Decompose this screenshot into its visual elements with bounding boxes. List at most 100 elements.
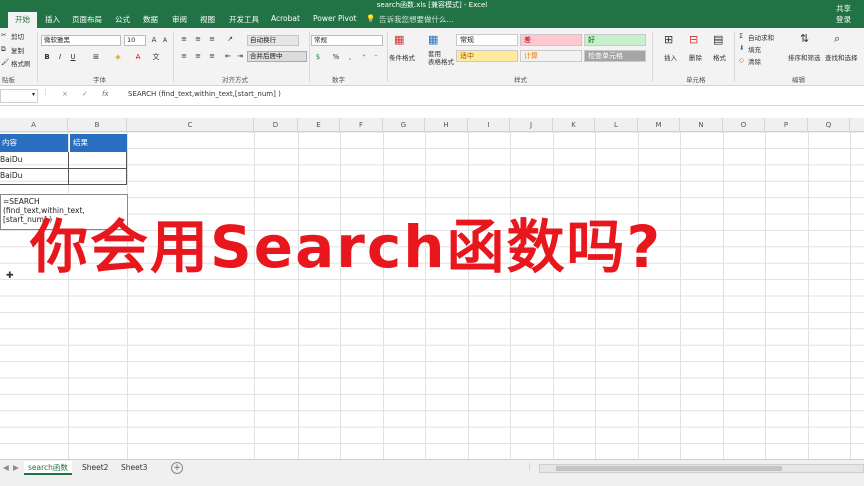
style-check-cell[interactable]: 检查单元格 xyxy=(584,50,646,62)
font-name-select[interactable]: 微软雅黑 xyxy=(41,35,121,46)
tab-acrobat[interactable]: Acrobat xyxy=(271,14,300,23)
format-painter-button[interactable]: 格式刷 xyxy=(11,58,31,68)
align-center-icon[interactable]: ≡ xyxy=(192,51,204,61)
copy-button[interactable]: 复制 xyxy=(11,45,24,55)
font-group-label: 字体 xyxy=(93,76,106,84)
format-as-table-button[interactable]: 套用 表格格式 xyxy=(428,50,454,66)
number-format-select[interactable]: 常规 xyxy=(311,35,383,46)
horizontal-scrollbar[interactable] xyxy=(539,464,864,473)
column-header-h[interactable]: H xyxy=(425,118,468,132)
scrollbar-thumb[interactable] xyxy=(556,466,782,471)
sheet-tab-sheet2[interactable]: Sheet2 xyxy=(78,461,112,475)
tab-page-layout[interactable]: 页面布局 xyxy=(72,14,102,25)
decrease-decimal-icon[interactable]: ⁻ xyxy=(370,52,382,62)
formula-input[interactable]: SEARCH (find_text,within_text,[start_num… xyxy=(128,90,281,98)
phonetic-icon[interactable]: 文 xyxy=(150,52,162,62)
name-box[interactable]: ▾ xyxy=(0,89,38,103)
column-header-m[interactable]: M xyxy=(638,118,680,132)
column-header-p[interactable]: P xyxy=(765,118,808,132)
shrink-font-button[interactable]: A xyxy=(159,36,171,46)
font-size-select[interactable]: 10 xyxy=(124,35,146,46)
clear-button[interactable]: 清除 xyxy=(748,56,761,66)
style-normal[interactable]: 常规 xyxy=(456,34,518,46)
column-header-n[interactable]: N xyxy=(680,118,723,132)
align-left-icon[interactable]: ≡ xyxy=(178,51,190,61)
column-header-k[interactable]: K xyxy=(553,118,595,132)
fill-button[interactable]: 填充 xyxy=(748,44,761,54)
column-header-o[interactable]: O xyxy=(723,118,765,132)
cell-a2[interactable]: BaiDu xyxy=(0,153,68,167)
insert-cells-button[interactable]: 插入 xyxy=(664,52,677,62)
font-color-icon[interactable]: A xyxy=(132,52,144,62)
column-header-i[interactable]: I xyxy=(468,118,510,132)
increase-decimal-icon[interactable]: ⁺ xyxy=(358,52,370,62)
column-header-a[interactable]: A xyxy=(0,118,68,132)
insert-cells-icon: ⊞ xyxy=(664,33,674,46)
number-group-label: 数字 xyxy=(332,76,345,84)
column-header-j[interactable]: J xyxy=(510,118,553,132)
tab-review[interactable]: 审阅 xyxy=(172,14,187,25)
sheet-tab-search[interactable]: search函数 xyxy=(24,461,72,475)
insert-function-icon[interactable]: fx xyxy=(102,90,109,98)
column-header-f[interactable]: F xyxy=(340,118,383,132)
tab-developer[interactable]: 开发工具 xyxy=(229,14,259,25)
sheet-tab-sheet3[interactable]: Sheet3 xyxy=(117,461,151,475)
cell-b1[interactable]: 结果 xyxy=(69,134,127,152)
column-header-b[interactable]: B xyxy=(68,118,127,132)
cell-a1[interactable]: 内容 xyxy=(0,134,68,152)
tab-insert[interactable]: 插入 xyxy=(45,14,60,25)
tab-view[interactable]: 视图 xyxy=(200,14,215,25)
cell-a3[interactable]: BaiDu xyxy=(0,169,68,183)
add-sheet-button[interactable]: + xyxy=(171,462,183,474)
align-middle-icon[interactable]: ≡ xyxy=(192,34,204,44)
next-sheet-icon[interactable]: ▶ xyxy=(13,463,19,472)
align-right-icon[interactable]: ≡ xyxy=(206,51,218,61)
align-bottom-icon[interactable]: ≡ xyxy=(206,34,218,44)
percent-icon[interactable]: % xyxy=(330,52,342,62)
style-good[interactable]: 好 xyxy=(584,34,646,46)
conditional-format-button[interactable]: 条件格式 xyxy=(389,52,415,62)
previous-sheet-icon[interactable]: ◀ xyxy=(3,463,9,472)
format-cells-button[interactable]: 格式 xyxy=(713,52,726,62)
separator xyxy=(37,32,38,82)
style-neutral[interactable]: 适中 xyxy=(456,50,518,62)
style-neutral-label: 适中 xyxy=(460,52,474,60)
worksheet-grid[interactable] xyxy=(0,118,864,459)
enter-icon[interactable]: ✓ xyxy=(82,90,88,98)
increase-indent-icon[interactable]: ⇥ xyxy=(234,51,246,61)
style-calculation[interactable]: 计算 xyxy=(520,50,582,62)
tab-home[interactable]: 开始 xyxy=(8,12,37,28)
comma-icon[interactable]: , xyxy=(344,52,356,62)
cancel-icon[interactable]: × xyxy=(62,90,68,98)
share-link[interactable]: 共享 xyxy=(836,3,851,14)
italic-button[interactable]: I xyxy=(54,52,66,62)
find-select-button[interactable]: 查找和选择 xyxy=(825,52,858,62)
decrease-indent-icon[interactable]: ⇤ xyxy=(222,51,234,61)
column-header-d[interactable]: D xyxy=(254,118,298,132)
login-link[interactable]: 登录 xyxy=(836,14,851,25)
column-header-e[interactable]: E xyxy=(298,118,340,132)
tab-power-pivot[interactable]: Power Pivot xyxy=(313,14,356,23)
border-icon[interactable]: ⊞ xyxy=(90,52,102,62)
column-header-q[interactable]: Q xyxy=(808,118,850,132)
underline-button[interactable]: U xyxy=(67,52,79,62)
tab-data[interactable]: 数据 xyxy=(143,14,158,25)
sort-filter-button[interactable]: 排序和筛选 xyxy=(788,52,821,62)
font-name-value: 微软雅黑 xyxy=(44,36,70,44)
tab-formulas[interactable]: 公式 xyxy=(115,14,130,25)
orientation-icon[interactable]: ↗ xyxy=(224,34,236,44)
cut-button[interactable]: 剪切 xyxy=(11,31,24,41)
delete-cells-button[interactable]: 删除 xyxy=(689,52,702,62)
align-top-icon[interactable]: ≡ xyxy=(178,34,190,44)
column-header-l[interactable]: L xyxy=(595,118,638,132)
fill-color-icon[interactable]: ◈ xyxy=(112,52,124,62)
autosum-button[interactable]: 自动求和 xyxy=(748,32,774,42)
column-header-c[interactable]: C xyxy=(127,118,254,132)
tell-me-search[interactable]: 告诉我您想要做什么... xyxy=(379,14,454,25)
column-header-g[interactable]: G xyxy=(383,118,425,132)
wrap-text-button[interactable]: 自动换行 xyxy=(247,35,299,46)
merge-center-button[interactable]: 合并后居中 xyxy=(247,51,307,62)
currency-icon[interactable]: $ xyxy=(312,52,324,62)
bold-button[interactable]: B xyxy=(41,52,53,62)
style-bad[interactable]: 差 xyxy=(520,34,582,46)
